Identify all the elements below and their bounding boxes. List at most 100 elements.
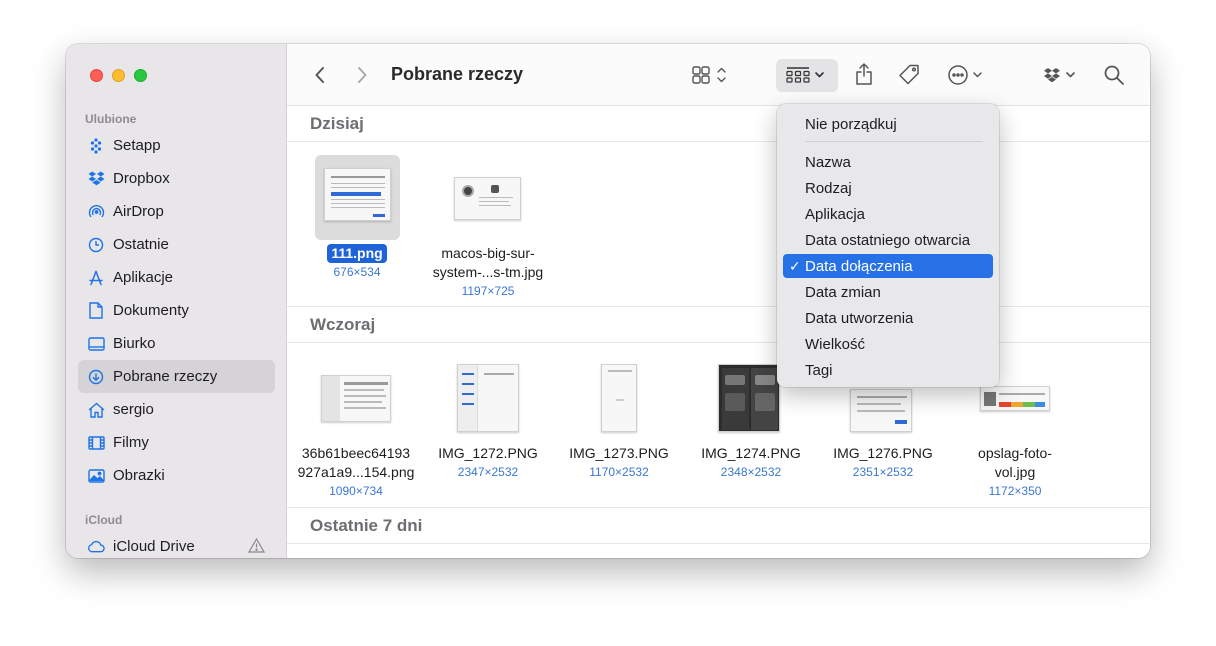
tag-button[interactable] xyxy=(896,62,922,88)
file-item[interactable]: IMG_1274.PNG 2348×2532 xyxy=(687,444,815,480)
menu-item-label: Data zmian xyxy=(805,283,881,301)
dropbox-icon xyxy=(1044,68,1075,83)
sidebar-item-label: Filmy xyxy=(113,434,149,451)
menu-item-tags[interactable]: Tagi xyxy=(783,358,993,382)
chevron-left-icon xyxy=(315,67,324,83)
file-item[interactable]: IMG_1272.PNG 2347×2532 xyxy=(424,444,552,480)
menu-item-label: Data utworzenia xyxy=(805,309,914,327)
search-button[interactable] xyxy=(1102,63,1126,87)
window-title: Pobrane rzeczy xyxy=(391,64,524,84)
home-icon xyxy=(87,401,105,419)
sidebar-item-label: Aplikacje xyxy=(113,269,174,286)
file-name-line2: vol.jpg xyxy=(994,464,1036,480)
menu-item-size[interactable]: Wielkość xyxy=(783,332,993,356)
menu-item-label: Data ostatniego otwarcia xyxy=(805,231,971,249)
menu-item-label: Aplikacja xyxy=(805,205,866,223)
menu-separator xyxy=(805,141,983,142)
file-name: 111.png xyxy=(327,244,387,263)
more-actions-button[interactable] xyxy=(946,62,992,88)
tag-icon xyxy=(899,64,919,85)
file-preview xyxy=(324,168,391,221)
sidebar-item-airdrop[interactable]: AirDrop xyxy=(78,195,275,228)
sidebar-item-documents[interactable]: Dokumenty xyxy=(78,294,275,327)
menu-item-label: Rodzaj xyxy=(805,179,852,197)
file-name-line1: 36b61beec64193 xyxy=(301,445,411,461)
file-preview[interactable] xyxy=(718,364,780,432)
sidebar-item-label: Setapp xyxy=(113,137,161,154)
sidebar-item-dropbox[interactable]: Dropbox xyxy=(78,162,275,195)
sidebar-item-label: Biurko xyxy=(113,335,156,352)
close-button[interactable] xyxy=(90,69,103,82)
file-preview[interactable] xyxy=(980,386,1050,411)
file-preview[interactable] xyxy=(454,177,521,220)
ellipsis-circle-icon xyxy=(948,65,982,85)
sidebar: Ulubione Setapp Dropbox AirDrop Ostatnie xyxy=(66,44,287,558)
sidebar-item-home[interactable]: sergio xyxy=(78,393,275,426)
favorites-section-label: Ulubione xyxy=(85,112,137,126)
sidebar-item-label: Pobrane rzeczy xyxy=(113,368,218,385)
downloads-icon xyxy=(87,368,105,386)
sidebar-item-label: iCloud Drive xyxy=(113,538,195,555)
menu-item-label: Nazwa xyxy=(805,153,851,171)
file-preview[interactable] xyxy=(457,364,519,432)
menu-item-date-modified[interactable]: Data zmian xyxy=(783,280,993,304)
menu-item-label: Tagi xyxy=(805,361,833,379)
warning-icon[interactable] xyxy=(247,537,266,557)
menu-item-date-last-opened[interactable]: Data ostatniego otwarcia xyxy=(783,228,993,252)
file-name: IMG_1274.PNG xyxy=(701,445,801,461)
search-icon xyxy=(1104,65,1124,85)
checkmark-icon: ✓ xyxy=(789,257,801,274)
setapp-icon xyxy=(87,137,105,155)
menu-item-date-added[interactable]: ✓ Data dołączenia xyxy=(783,254,993,278)
file-dimensions: 1197×725 xyxy=(461,284,515,298)
menu-item-no-sort[interactable]: Nie porządkuj xyxy=(783,112,993,136)
sidebar-item-label: Dropbox xyxy=(113,170,170,187)
toolbar: Pobrane rzeczy xyxy=(287,44,1150,106)
group-icon xyxy=(786,67,824,83)
file-preview[interactable] xyxy=(601,364,637,432)
desktop-icon xyxy=(87,335,105,353)
file-name: IMG_1273.PNG xyxy=(569,445,669,461)
sidebar-item-label: Ostatnie xyxy=(113,236,169,253)
main-content: Pobrane rzeczy Dzisiaj 111.png 676×534 m… xyxy=(287,44,1150,558)
group-header-today: Dzisiaj xyxy=(287,106,1150,142)
dropbox-toolbar-button[interactable] xyxy=(1042,64,1082,86)
sidebar-item-label: sergio xyxy=(113,401,154,418)
file-preview[interactable] xyxy=(321,375,391,422)
file-item[interactable]: IMG_1276.PNG 2351×2532 xyxy=(819,444,947,480)
sidebar-item-label: AirDrop xyxy=(113,203,164,220)
file-item[interactable]: opslag-foto- vol.jpg 1172×350 xyxy=(951,444,1079,499)
file-preview[interactable] xyxy=(850,389,912,432)
sidebar-item-pictures[interactable]: Obrazki xyxy=(78,459,275,492)
minimize-button[interactable] xyxy=(112,69,125,82)
file-item-selected[interactable]: 111.png 676×534 xyxy=(293,244,421,280)
menu-item-name[interactable]: Nazwa xyxy=(783,150,993,174)
menu-item-application[interactable]: Aplikacja xyxy=(783,202,993,226)
file-thumbnail-selected[interactable] xyxy=(315,155,400,240)
back-button[interactable] xyxy=(309,64,331,86)
file-dimensions: 676×534 xyxy=(333,265,381,279)
grid-view-icon xyxy=(692,66,726,84)
view-mode-button[interactable] xyxy=(689,64,733,86)
zoom-button[interactable] xyxy=(134,69,147,82)
file-name-line2: system-...s-tm.jpg xyxy=(432,264,544,280)
file-dimensions: 2347×2532 xyxy=(457,465,519,479)
file-item[interactable]: IMG_1273.PNG 1170×2532 xyxy=(555,444,683,480)
file-name: IMG_1276.PNG xyxy=(833,445,933,461)
sidebar-item-label: Dokumenty xyxy=(113,302,189,319)
file-item[interactable]: macos-big-sur- system-...s-tm.jpg 1197×7… xyxy=(424,244,552,299)
sidebar-item-applications[interactable]: Aplikacje xyxy=(78,261,275,294)
photo-icon xyxy=(87,467,105,485)
menu-item-date-created[interactable]: Data utworzenia xyxy=(783,306,993,330)
sidebar-item-downloads[interactable]: Pobrane rzeczy xyxy=(78,360,275,393)
sidebar-item-desktop[interactable]: Biurko xyxy=(78,327,275,360)
sidebar-item-movies[interactable]: Filmy xyxy=(78,426,275,459)
menu-item-kind[interactable]: Rodzaj xyxy=(783,176,993,200)
share-button[interactable] xyxy=(853,61,875,87)
sidebar-item-setapp[interactable]: Setapp xyxy=(78,129,275,162)
file-item[interactable]: 36b61beec64193 927a1a9...154.png 1090×73… xyxy=(292,444,420,499)
forward-button[interactable] xyxy=(351,64,373,86)
group-by-icon xyxy=(782,64,832,86)
sidebar-item-recents[interactable]: Ostatnie xyxy=(78,228,275,261)
sidebar-item-icloud-drive[interactable]: iCloud Drive xyxy=(78,530,275,558)
